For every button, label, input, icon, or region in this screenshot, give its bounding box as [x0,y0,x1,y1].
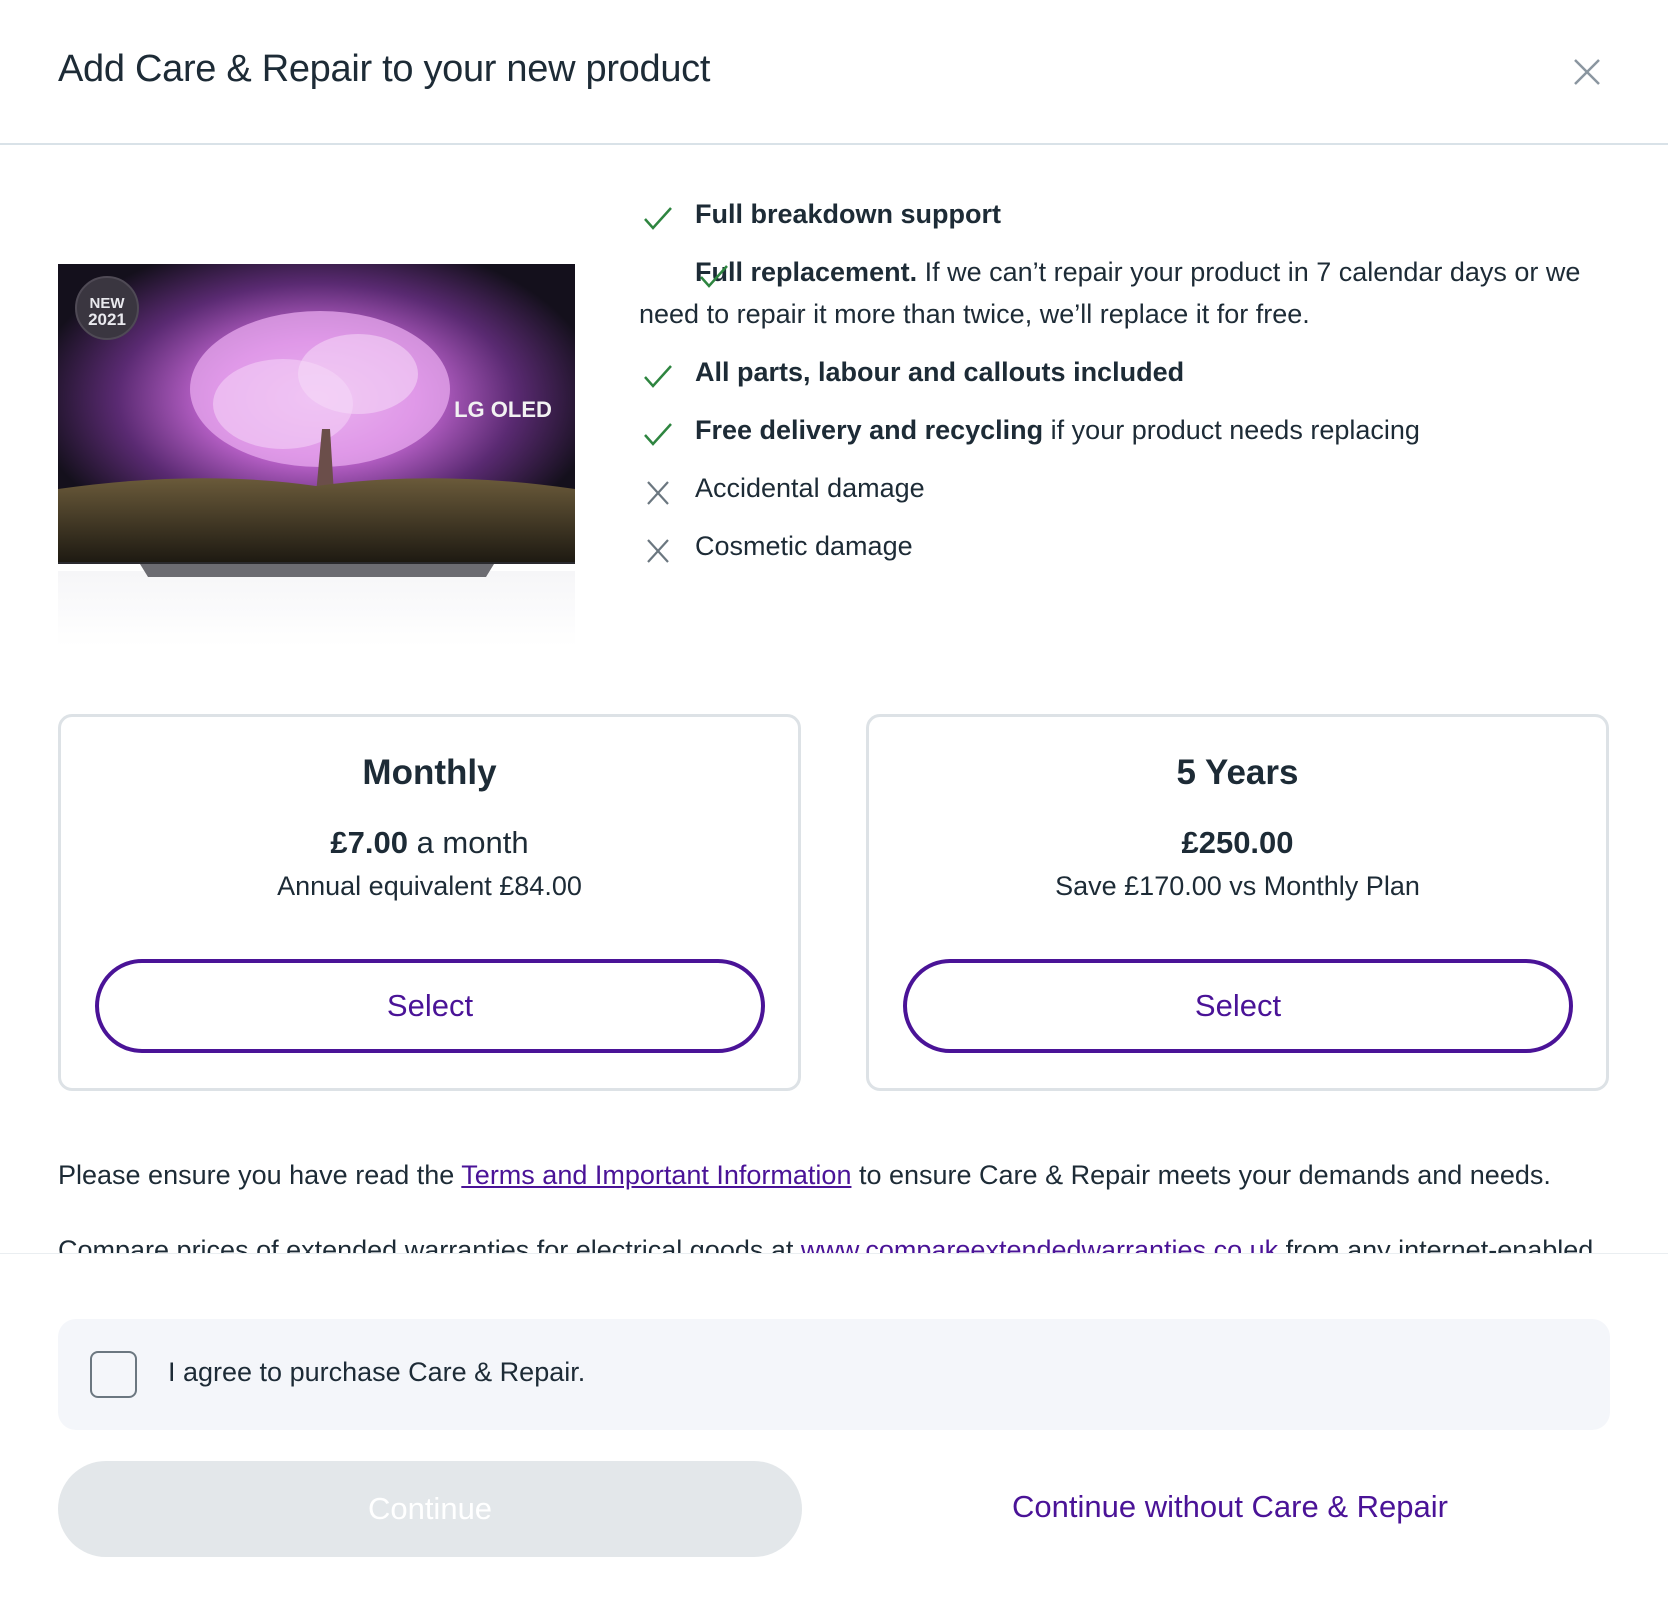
feature-text: Accidental damage [695,473,925,503]
plan-title: 5 Years [1176,753,1299,792]
feature-item: All parts, labour and callouts included [639,351,1639,393]
terms-text-after: to ensure Care & Repair meets your deman… [851,1160,1551,1190]
modal-header: Add Care & Repair to your new product [0,0,1668,145]
feature-bold: Free delivery and recycling [695,415,1044,445]
terms-text-before: Please ensure you have read the [58,1160,462,1190]
agree-label: I agree to purchase Care & Repair. [168,1357,586,1387]
agree-option[interactable]: I agree to purchase Care & Repair. [58,1319,1610,1430]
feature-item: Cosmetic damage [639,525,1639,567]
close-icon[interactable] [1570,55,1604,89]
compare-link[interactable]: www.compareextendedwarranties.co.uk [801,1235,1278,1253]
feature-item: Full breakdown support [639,193,1639,235]
compare-notice: Compare prices of extended warranties fo… [58,1235,1593,1253]
plan-title: Monthly [362,753,497,792]
plan-price-amount: £7.00 [330,825,408,860]
select-monthly-button[interactable]: Select [95,959,765,1053]
modal-body[interactable]: NEW 2021 LG OLED Full breakdown support … [0,147,1668,1253]
check-icon [643,360,673,388]
plan-price-amount: £250.00 [1181,825,1294,860]
feature-item: Full replacement. If we can’t repair you… [639,251,1639,335]
continue-without-link[interactable]: Continue without Care & Repair [1012,1489,1448,1525]
feature-item: Free delivery and recycling if your prod… [639,409,1639,451]
modal-title: Add Care & Repair to your new product [58,48,711,90]
modal-footer: I agree to purchase Care & Repair. Conti… [0,1253,1668,1612]
feature-bold: All parts, labour and callouts included [695,357,1185,387]
check-icon [643,418,673,446]
select-5-years-button[interactable]: Select [903,959,1573,1053]
terms-notice: Please ensure you have read the Terms an… [58,1160,1551,1191]
plan-card-monthly: Monthly £7.00 a month Annual equivalent … [58,714,801,1091]
check-icon [643,202,673,230]
feature-text: if your product needs replacing [1043,415,1420,445]
check-icon [643,260,728,288]
feature-text: Cosmetic damage [695,531,913,561]
compare-text-after: from any internet-enabled [1278,1235,1594,1253]
plan-subtext: Annual equivalent £84.00 [277,871,582,901]
feature-list: Full breakdown support Full replacement.… [639,193,1639,583]
product-image: NEW 2021 LG OLED [58,264,575,644]
cross-icon [643,476,673,505]
plan-price: £7.00 a month [61,825,798,861]
brand-label: LG OLED [454,397,552,422]
plan-card-5-years: 5 Years £250.00 Save £170.00 vs Monthly … [866,714,1609,1091]
plan-price-suffix: a month [407,825,529,860]
continue-button[interactable]: Continue [58,1461,802,1557]
feature-bold: Full breakdown support [695,199,1002,229]
agree-checkbox[interactable] [90,1351,137,1398]
plan-price: £250.00 [869,825,1606,861]
cross-icon [643,534,673,563]
plan-subtext: Save £170.00 vs Monthly Plan [1055,871,1420,901]
new-badge-line2: 2021 [88,310,126,329]
feature-item: Accidental damage [639,467,1639,509]
compare-text-before: Compare prices of extended warranties fo… [58,1235,801,1253]
terms-link[interactable]: Terms and Important Information [461,1160,851,1190]
